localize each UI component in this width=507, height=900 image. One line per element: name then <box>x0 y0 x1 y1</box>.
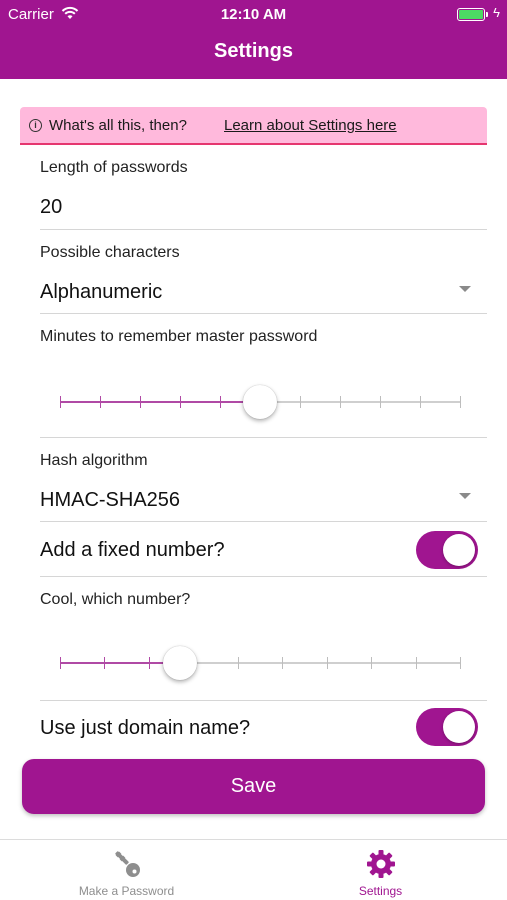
length-input[interactable]: 20 <box>40 196 62 219</box>
tab-bar: Make a Password Settings <box>0 839 507 900</box>
length-label: Length of passwords <box>40 159 188 176</box>
which-number-label: Cool, which number? <box>40 591 191 608</box>
slider-tick <box>140 396 141 408</box>
slider-tick <box>371 657 372 669</box>
save-button[interactable]: Save <box>22 759 485 814</box>
slider-tick <box>460 396 461 408</box>
slider-tick <box>416 657 417 669</box>
slider-tick <box>420 396 421 408</box>
slider-tick <box>300 396 301 408</box>
slider-tick <box>327 657 328 669</box>
gear-icon <box>365 848 397 880</box>
page-title: Settings <box>214 40 293 62</box>
info-banner: i What's all this, then? Learn about Set… <box>20 107 487 145</box>
fixed-number-label: Add a fixed number? <box>40 539 225 561</box>
slider-tick <box>460 657 461 669</box>
slider-thumb[interactable] <box>243 385 277 419</box>
slider-tick <box>380 396 381 408</box>
minutes-label: Minutes to remember master password <box>40 328 318 345</box>
characters-value: Alphanumeric <box>40 281 163 303</box>
chevron-down-icon <box>459 286 471 292</box>
tab-make-password[interactable]: Make a Password <box>0 840 253 900</box>
domain-label: Use just domain name? <box>40 717 251 739</box>
slider-tick <box>180 396 181 408</box>
divider <box>40 521 487 522</box>
tab-label: Make a Password <box>78 884 175 898</box>
navigation-bar: Carrier 12:10 AM ϟ Settings <box>0 0 507 79</box>
tab-settings[interactable]: Settings <box>254 840 507 900</box>
divider <box>40 700 487 701</box>
minutes-slider[interactable] <box>60 385 461 419</box>
info-banner-text: What's all this, then? <box>49 117 187 134</box>
slider-tick <box>60 396 61 408</box>
divider <box>40 576 487 577</box>
slider-tick <box>238 657 239 669</box>
slider-tick <box>220 396 221 408</box>
status-bar: Carrier 12:10 AM ϟ <box>0 0 507 28</box>
fixed-number-toggle[interactable] <box>416 531 478 569</box>
slider-tick <box>100 396 101 408</box>
slider-thumb[interactable] <box>163 646 197 680</box>
key-icon <box>111 848 143 880</box>
clock: 12:10 AM <box>220 6 287 23</box>
domain-toggle[interactable] <box>416 708 478 746</box>
slider-tick <box>149 657 150 669</box>
divider <box>40 313 487 314</box>
hash-value: HMAC-SHA256 <box>40 489 181 511</box>
slider-tick <box>282 657 283 669</box>
characters-label: Possible characters <box>40 244 180 261</box>
slider-tick <box>60 657 61 669</box>
divider <box>40 229 487 230</box>
hash-label: Hash algorithm <box>40 452 148 469</box>
chevron-down-icon <box>459 493 471 499</box>
charging-icon: ϟ <box>493 5 500 20</box>
slider-tick <box>340 396 341 408</box>
battery-icon <box>457 8 488 21</box>
tab-label: Settings <box>358 884 403 898</box>
learn-more-link[interactable]: Learn about Settings here <box>224 117 397 134</box>
info-icon: i <box>29 119 42 132</box>
number-slider[interactable] <box>60 646 461 680</box>
slider-tick <box>104 657 105 669</box>
divider <box>40 437 487 438</box>
